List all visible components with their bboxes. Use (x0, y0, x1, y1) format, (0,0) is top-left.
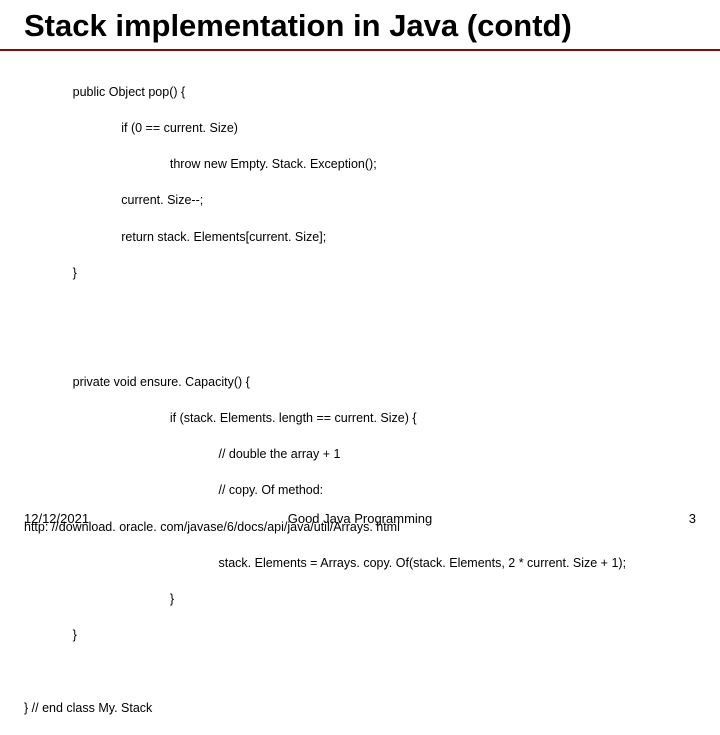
code-line: // copy. Of method: (24, 481, 720, 499)
code-line: if (0 == current. Size) (24, 119, 720, 137)
code-line: stack. Elements = Arrays. copy. Of(stack… (24, 554, 720, 572)
title-underline (0, 49, 720, 51)
code-line: } (24, 590, 720, 608)
code-line (24, 663, 720, 681)
code-line: // double the array + 1 (24, 445, 720, 463)
code-line: if (stack. Elements. length == current. … (24, 409, 720, 427)
code-line: } (24, 626, 720, 644)
code-line (24, 300, 720, 318)
code-line: throw new Empty. Stack. Exception(); (24, 155, 720, 173)
page-number: 3 (689, 511, 696, 526)
slide-title: Stack implementation in Java (contd) (0, 0, 720, 49)
code-line: public Object pop() { (24, 83, 720, 101)
code-block: public Object pop() { if (0 == current. … (0, 65, 720, 735)
footer-title: Good Java Programming (0, 511, 720, 526)
code-line (24, 336, 720, 354)
code-line: } (24, 264, 720, 282)
code-line: return stack. Elements[current. Size]; (24, 228, 720, 246)
code-line: private void ensure. Capacity() { (24, 373, 720, 391)
code-line: current. Size--; (24, 191, 720, 209)
code-line: } // end class My. Stack (24, 699, 720, 717)
